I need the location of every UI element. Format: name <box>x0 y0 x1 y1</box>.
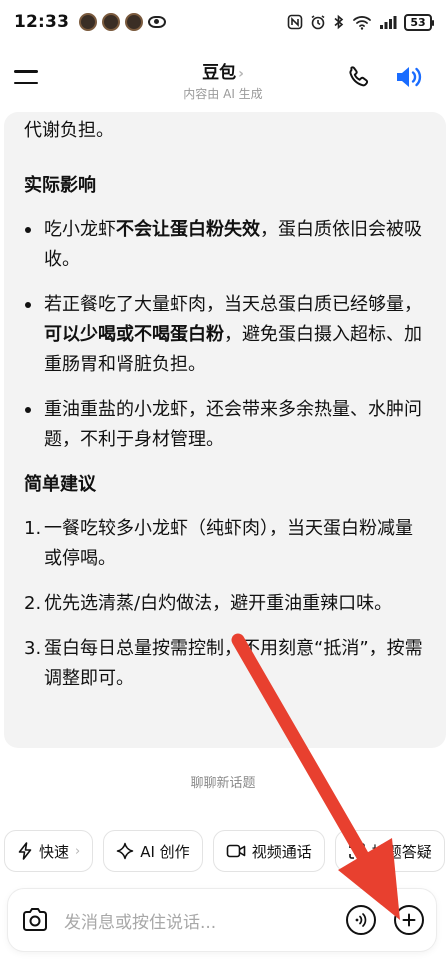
chat-header: 豆包 › 内容由 AI 生成 <box>0 48 446 110</box>
section-heading: 简单建议 <box>24 474 96 495</box>
list-item: 3. 蛋白每日总量按需控制，不用刻意“抵消”，按需调整即可。 <box>24 638 423 689</box>
list-item: 若正餐吃了大量虾肉，当天总蛋白质已经够量，可以少喝或不喝蛋白粉，避免蛋白摄入超标… <box>24 290 426 380</box>
quick-action-chips: 快速 › AI 创作 视频通话 拍题答疑 <box>4 830 446 874</box>
new-topic-link[interactable]: 聊聊新话题 <box>0 772 446 791</box>
lightning-icon <box>18 842 32 860</box>
nfc-icon <box>287 14 303 30</box>
message-input[interactable]: 发消息或按住说话... <box>64 908 346 933</box>
alarm-icon <box>311 15 325 30</box>
chip-ai-create[interactable]: AI 创作 <box>103 830 203 872</box>
list-item: 1. 一餐吃较多小龙虾（纯虾肉），当天蛋白粉减量或停喝。 <box>24 518 413 569</box>
list-item: 吃小龙虾不会让蛋白粉失效，蛋白质依旧会被吸收。 <box>24 215 426 275</box>
add-button[interactable] <box>394 905 424 935</box>
phone-icon[interactable] <box>346 64 372 90</box>
ai-disclaimer: 内容由 AI 生成 <box>183 87 263 101</box>
impact-list: 吃小龙虾不会让蛋白粉失效，蛋白质依旧会被吸收。 若正餐吃了大量虾肉，当天总蛋白质… <box>24 215 426 455</box>
sparkle-icon <box>116 842 134 860</box>
wifi-icon <box>353 16 371 30</box>
app-notification-icon <box>125 13 144 31</box>
chevron-right-icon: › <box>75 843 81 859</box>
voice-button[interactable] <box>346 905 376 935</box>
message-continued-text: 代谢负担。 <box>24 120 114 141</box>
advice-list: 1. 一餐吃较多小龙虾（纯虾肉），当天蛋白粉减量或停喝。 2. 优先选清蒸/白灼做法… <box>24 514 426 694</box>
chip-video-call[interactable]: 视频通话 <box>212 830 325 872</box>
chevron-right-icon: › <box>238 66 244 82</box>
voice-wave-icon <box>355 913 367 927</box>
camera-icon[interactable] <box>20 906 50 934</box>
bluetooth-icon <box>334 14 344 30</box>
chip-photo-question[interactable]: 拍题答疑 <box>334 830 445 872</box>
app-notification-icon <box>79 13 98 31</box>
section-heading: 实际影响 <box>24 175 96 196</box>
title-area[interactable]: 豆包 › 内容由 AI 生成 <box>0 58 446 102</box>
status-bar: 12:33 53 <box>0 0 446 44</box>
notification-icons <box>79 13 167 31</box>
chip-quick[interactable]: 快速 › <box>4 830 94 872</box>
speaker-icon[interactable] <box>394 64 424 90</box>
app-notification-icon <box>102 13 121 31</box>
signal-icon <box>380 16 397 29</box>
video-icon <box>226 844 245 858</box>
system-icons: 53 <box>287 13 434 31</box>
message-input-bar: 发消息或按住说话... <box>8 889 436 951</box>
chat-title[interactable]: 豆包 › <box>0 58 446 83</box>
ai-message-card: 代谢负担。 实际影响 吃小龙虾不会让蛋白粉失效，蛋白质依旧会被吸收。 若正餐吃了… <box>4 112 446 748</box>
status-time: 12:33 <box>14 12 70 32</box>
eye-icon <box>148 16 167 28</box>
chat-title-text: 豆包 <box>202 63 237 83</box>
scan-icon <box>348 843 365 859</box>
battery-indicator: 53 <box>404 13 434 31</box>
plus-icon <box>402 913 416 927</box>
list-item: 重油重盐的小龙虾，还会带来多余热量、水肿问题，不利于身材管理。 <box>24 395 426 455</box>
list-item: 2. 优先选清蒸/白灼做法，避开重油重辣口味。 <box>24 593 393 614</box>
